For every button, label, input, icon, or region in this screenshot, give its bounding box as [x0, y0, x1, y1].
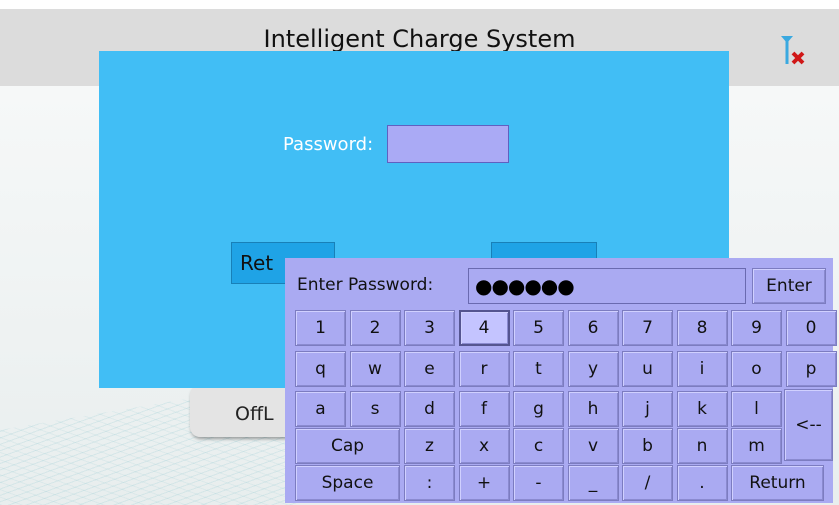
key-l[interactable]: l [731, 391, 782, 427]
key-4[interactable]: 4 [458, 310, 510, 346]
key-r4k3[interactable]: - [513, 465, 564, 501]
key-x[interactable]: x [458, 428, 510, 464]
password-input[interactable] [387, 125, 509, 163]
key-8[interactable]: 8 [676, 310, 728, 346]
key-d[interactable]: d [404, 391, 455, 427]
onscreen-keyboard: Enter Password: ●●●●●● Enter <-- 1234567… [285, 258, 837, 503]
key-r4k6[interactable]: . [676, 465, 728, 501]
keyboard-password-field[interactable]: ●●●●●● [468, 268, 746, 304]
key-1[interactable]: 1 [295, 310, 346, 346]
key-return[interactable]: Return [731, 465, 824, 501]
masked-password: ●●●●●● [475, 274, 575, 298]
key-g[interactable]: g [513, 391, 564, 427]
key-2[interactable]: 2 [349, 310, 401, 346]
key-s[interactable]: s [349, 391, 401, 427]
key-u[interactable]: u [622, 351, 673, 387]
key-k[interactable]: k [676, 391, 728, 427]
key-c[interactable]: c [513, 428, 564, 464]
key-r4k2[interactable]: + [458, 465, 510, 501]
key-m[interactable]: m [731, 428, 782, 464]
key-i[interactable]: i [676, 351, 728, 387]
key-o[interactable]: o [731, 351, 782, 387]
key-z[interactable]: z [404, 428, 455, 464]
key-a[interactable]: a [295, 391, 346, 427]
key-f[interactable]: f [458, 391, 510, 427]
key-5[interactable]: 5 [513, 310, 564, 346]
key-e[interactable]: e [404, 351, 455, 387]
offline-button-label: OffL [235, 403, 274, 425]
key-t[interactable]: t [513, 351, 564, 387]
enter-key[interactable]: Enter [752, 268, 826, 304]
key-j[interactable]: j [622, 391, 673, 427]
key-7[interactable]: 7 [622, 310, 673, 346]
key-v[interactable]: v [567, 428, 619, 464]
key-9[interactable]: 9 [731, 310, 782, 346]
key-w[interactable]: w [349, 351, 401, 387]
app-title: Intelligent Charge System [263, 25, 576, 53]
antenna-disconnected-icon [776, 33, 810, 69]
key-r4k1[interactable]: : [404, 465, 455, 501]
return-button-label: Ret [240, 251, 274, 275]
keyboard-prompt: Enter Password: [297, 275, 434, 295]
key-r4k4[interactable]: _ [567, 465, 619, 501]
key-0[interactable]: 0 [785, 310, 837, 346]
key-space[interactable]: Space [295, 465, 400, 501]
password-label: Password: [283, 134, 374, 155]
key-r[interactable]: r [458, 351, 510, 387]
key-cap[interactable]: Cap [295, 428, 400, 464]
key-y[interactable]: y [567, 351, 619, 387]
key-3[interactable]: 3 [404, 310, 455, 346]
key-b[interactable]: b [622, 428, 673, 464]
key-q[interactable]: q [295, 351, 346, 387]
key-r4k5[interactable]: / [622, 465, 673, 501]
key-n[interactable]: n [676, 428, 728, 464]
key-6[interactable]: 6 [567, 310, 619, 346]
backspace-key[interactable]: <-- [784, 389, 833, 461]
key-p[interactable]: p [785, 351, 837, 387]
key-h[interactable]: h [567, 391, 619, 427]
